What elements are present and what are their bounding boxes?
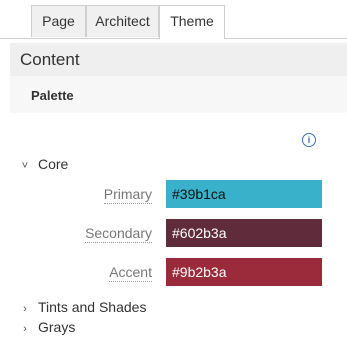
group-core[interactable]: ˅ Core [20,155,69,173]
group-core-label: Core [38,156,69,172]
tab-theme[interactable]: Theme [159,5,225,39]
secondary-color-swatch[interactable]: #602b3a [166,219,322,247]
group-grays[interactable]: › Grays [20,318,75,336]
chevron-right-icon: › [23,323,27,335]
tab-architect[interactable]: Architect [86,5,159,37]
chevron-down-icon: ˅ [21,160,29,172]
tab-bar: Page Architect Theme [0,0,347,39]
accent-color-label: Accent [109,264,152,282]
primary-color-swatch[interactable]: #39b1ca [166,180,322,208]
info-icon[interactable]: i [302,133,316,147]
palette-subsection-header: Palette [10,76,347,113]
accent-color-swatch[interactable]: #9b2b3a [166,258,322,286]
group-grays-label: Grays [38,319,76,335]
section-title: Content [20,50,80,69]
content-section-header: Content [10,43,347,76]
primary-color-label: Primary [103,186,152,204]
tab-page[interactable]: Page [31,5,86,37]
group-tints-label: Tints and Shades [38,299,147,315]
secondary-color-label: Secondary [85,225,152,243]
chevron-right-icon: › [23,303,27,315]
group-tints-and-shades[interactable]: › Tints and Shades [20,298,146,316]
subsection-title: Palette [31,88,74,103]
